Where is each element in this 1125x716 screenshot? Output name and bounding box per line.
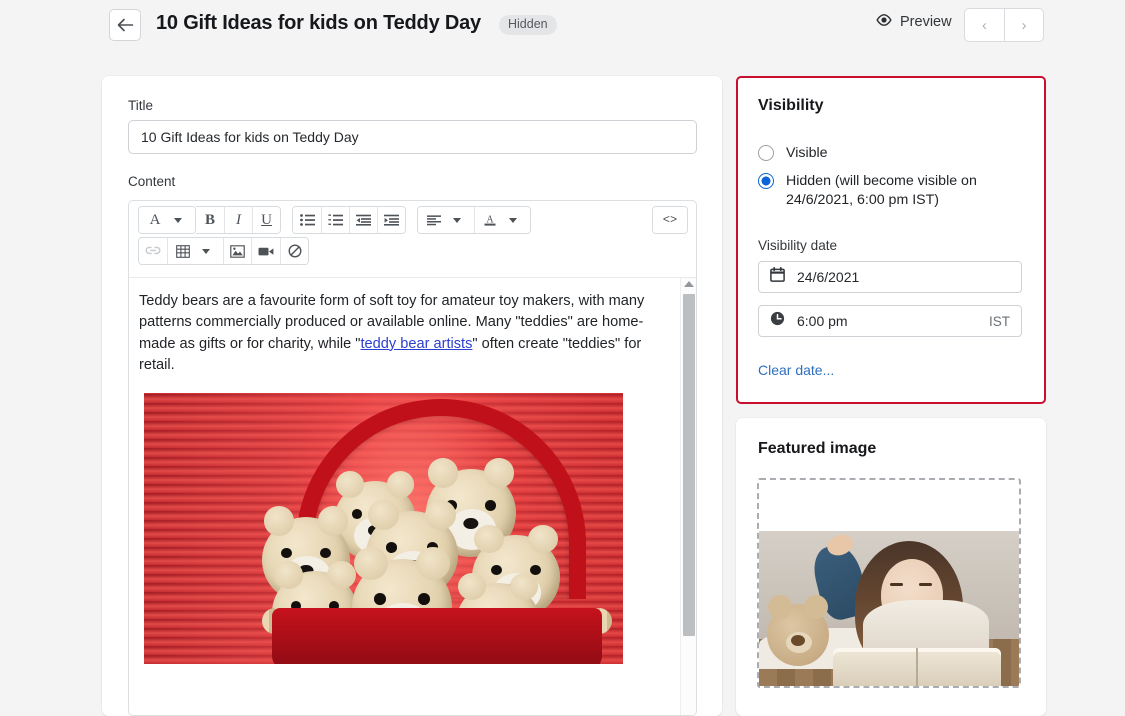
title-input[interactable] — [128, 120, 697, 154]
align-icon[interactable] — [418, 207, 446, 233]
clear-formatting-icon[interactable] — [280, 238, 308, 264]
calendar-icon — [770, 267, 785, 287]
rich-text-editor: A B I U A <> Teddy bears are a favourite… — [128, 200, 697, 716]
featured-image-preview — [759, 531, 1019, 686]
table-icon[interactable] — [167, 238, 195, 264]
font-family-icon[interactable]: A — [139, 207, 167, 233]
arrow-left-icon — [117, 18, 134, 32]
insert-group — [138, 237, 309, 265]
pager-nav-group: ‹ › — [964, 8, 1044, 42]
align-chevron-down-icon[interactable] — [446, 207, 474, 233]
indent-icon[interactable] — [377, 207, 405, 233]
eye-icon — [876, 14, 892, 30]
preview-button[interactable]: Preview — [876, 14, 952, 30]
font-group: A — [138, 206, 196, 234]
text-color-icon[interactable]: A — [474, 207, 502, 233]
back-button[interactable] — [109, 9, 141, 41]
source-code-icon[interactable]: <> — [653, 207, 687, 233]
bold-icon[interactable]: B — [196, 207, 224, 233]
title-field-label: Title — [128, 98, 154, 113]
ordered-list-icon[interactable] — [321, 207, 349, 233]
editor-content-area[interactable]: Teddy bears are a favourite form of soft… — [129, 277, 696, 715]
clear-date-link[interactable]: Clear date... — [758, 362, 834, 378]
radio-hidden-icon[interactable] — [758, 173, 774, 189]
clock-icon — [770, 311, 785, 331]
timezone-label: IST — [988, 313, 1010, 329]
basket-body — [272, 607, 602, 664]
content-image[interactable] — [144, 392, 623, 664]
status-badge: Hidden — [499, 15, 557, 35]
list-indent-group — [292, 206, 406, 234]
visibility-date-input[interactable]: 24/6/2021 — [758, 261, 1022, 293]
editor-body[interactable]: Teddy bears are a favourite form of soft… — [129, 278, 677, 715]
link-icon[interactable] — [139, 238, 167, 264]
visibility-heading: Visibility — [758, 97, 824, 114]
page-title: 10 Gift Ideas for kids on Teddy Day — [156, 12, 481, 34]
italic-icon[interactable]: I — [224, 207, 252, 233]
table-chevron-down-icon[interactable] — [195, 238, 223, 264]
unordered-list-icon[interactable] — [293, 207, 321, 233]
underline-icon[interactable]: U — [252, 207, 280, 233]
top-bar: 10 Gift Ideas for kids on Teddy Day Hidd… — [0, 0, 1125, 50]
teddy-bear-artists-link[interactable]: teddy bear artists — [360, 336, 472, 352]
open-book — [833, 648, 1001, 686]
visibility-time-input[interactable]: 6:00 pm IST — [758, 305, 1022, 337]
visibility-date-label: Visibility date — [758, 238, 838, 253]
radio-visible-label: Visible — [786, 145, 828, 161]
font-family-chevron-down-icon[interactable] — [167, 207, 195, 233]
featured-image-dropzone[interactable] — [757, 478, 1021, 688]
video-icon[interactable] — [251, 238, 280, 264]
next-post-button[interactable]: › — [1004, 9, 1043, 41]
outdent-icon[interactable] — [349, 207, 377, 233]
align-color-group: A — [417, 206, 531, 234]
featured-image-heading: Featured image — [758, 440, 877, 457]
editor-scrollbar[interactable] — [680, 278, 696, 715]
source-code-group: <> — [652, 206, 688, 234]
image-icon[interactable] — [223, 238, 251, 264]
teddy-bear-icon — [767, 595, 829, 666]
radio-hidden-label: Hidden (will become visible on 24/6/2021… — [786, 173, 977, 208]
text-color-chevron-down-icon[interactable] — [502, 207, 530, 233]
scroll-up-arrow-icon[interactable] — [684, 281, 694, 287]
body-paragraph: Teddy bears are a favourite form of soft… — [139, 291, 665, 377]
radio-option-visible[interactable]: Visible — [758, 144, 828, 163]
visibility-date-value: 24/6/2021 — [797, 269, 860, 285]
content-field-label: Content — [128, 174, 176, 189]
radio-visible-icon[interactable] — [758, 145, 774, 161]
visibility-time-value: 6:00 pm — [797, 313, 848, 329]
editor-toolbar-row-2 — [129, 234, 696, 270]
editor-toolbar-row-1: A B I U A <> — [129, 201, 696, 234]
previous-post-button[interactable]: ‹ — [965, 9, 1004, 41]
preview-label: Preview — [900, 14, 952, 30]
radio-option-hidden[interactable]: Hidden (will become visible on 24/6/2021… — [758, 172, 998, 210]
scrollbar-thumb[interactable] — [683, 294, 695, 636]
text-style-group: B I U — [196, 206, 281, 234]
